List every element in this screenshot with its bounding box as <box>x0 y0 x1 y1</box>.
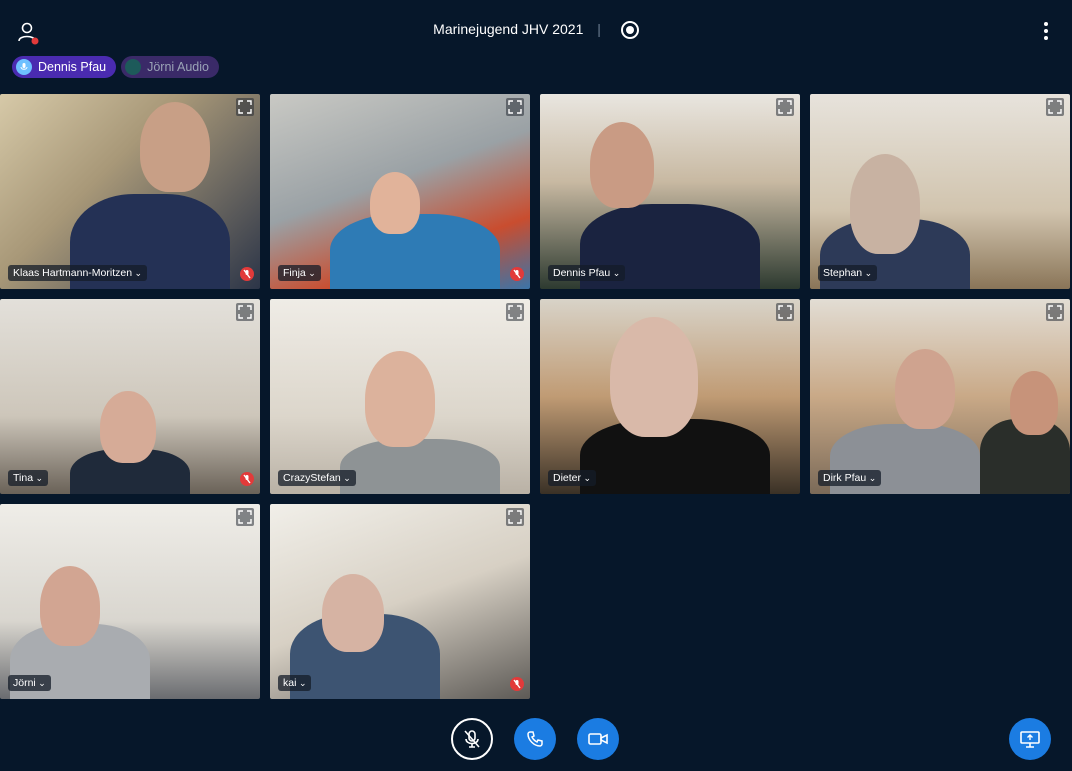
person-shape <box>590 122 654 208</box>
talking-indicators: Dennis Pfau Jörni Audio <box>12 56 219 78</box>
participant-name[interactable]: Finja <box>278 265 321 281</box>
video-tile[interactable]: Stephan <box>810 94 1070 289</box>
fullscreen-icon[interactable] <box>776 98 794 116</box>
person-shape <box>370 172 420 234</box>
person-shape <box>40 566 100 646</box>
video-tile[interactable]: Dirk Pfau <box>810 299 1070 494</box>
participant-name[interactable]: Jörni <box>8 675 51 691</box>
fullscreen-icon[interactable] <box>1046 98 1064 116</box>
person-shape <box>340 439 500 494</box>
video-tile[interactable]: Finja <box>270 94 530 289</box>
muted-icon <box>510 267 524 281</box>
person-shape <box>1010 371 1058 435</box>
participant-name[interactable]: kai <box>278 675 312 691</box>
participant-name[interactable]: Dieter <box>548 470 597 486</box>
top-bar: Marinejugend JHV 2021 | <box>0 0 1072 60</box>
audio-chip[interactable]: Jörni Audio <box>121 56 219 78</box>
person-shape <box>895 349 955 429</box>
video-tile[interactable]: kai <box>270 504 530 699</box>
record-icon[interactable] <box>620 21 639 40</box>
video-tile[interactable]: Klaas Hartmann-Moritzen <box>0 94 260 289</box>
fullscreen-icon[interactable] <box>236 303 254 321</box>
fullscreen-icon[interactable] <box>776 303 794 321</box>
participant-name[interactable]: Dirk Pfau <box>818 470 882 486</box>
screen-share-button[interactable] <box>1009 718 1051 760</box>
muted-icon <box>510 677 524 691</box>
meeting-title: Marinejugend JHV 2021 <box>433 21 584 37</box>
video-tile[interactable]: Jörni <box>0 504 260 699</box>
person-shape <box>322 574 384 652</box>
video-camera-icon <box>588 733 608 745</box>
video-tile[interactable]: Dieter <box>540 299 800 494</box>
title-separator: | <box>597 21 601 37</box>
chip-label: Jörni Audio <box>147 60 209 74</box>
fullscreen-icon[interactable] <box>1046 303 1064 321</box>
person-shape <box>365 351 435 447</box>
video-tile[interactable]: Dennis Pfau <box>540 94 800 289</box>
audio-indicator-icon <box>125 59 142 75</box>
muted-icon <box>240 472 254 486</box>
person-shape <box>140 102 210 192</box>
kebab-menu-icon[interactable] <box>1042 22 1050 42</box>
share-webcam-button[interactable] <box>577 718 619 760</box>
fullscreen-icon[interactable] <box>506 303 524 321</box>
participant-name[interactable]: Dennis Pfau <box>548 265 626 281</box>
fullscreen-icon[interactable] <box>236 508 254 526</box>
participant-name[interactable]: CrazyStefan <box>278 470 356 486</box>
participant-name[interactable]: Stephan <box>818 265 878 281</box>
person-shape <box>100 391 156 463</box>
talking-chip[interactable]: Dennis Pfau <box>12 56 117 78</box>
meeting-title-bar: Marinejugend JHV 2021 | <box>0 21 1072 40</box>
screen-share-icon <box>1020 731 1040 748</box>
fullscreen-icon[interactable] <box>236 98 254 116</box>
leave-audio-button[interactable] <box>514 718 556 760</box>
participant-name[interactable]: Tina <box>8 470 49 486</box>
microphone-off-icon <box>464 730 480 748</box>
fullscreen-icon[interactable] <box>506 508 524 526</box>
video-tile[interactable]: Tina <box>0 299 260 494</box>
microphone-icon <box>16 59 32 75</box>
fullscreen-icon[interactable] <box>506 98 524 116</box>
person-shape <box>610 317 698 437</box>
chip-label: Dennis Pfau <box>38 60 107 74</box>
video-tile[interactable]: CrazyStefan <box>270 299 530 494</box>
mute-button[interactable] <box>451 718 493 760</box>
phone-icon <box>527 731 543 747</box>
action-bar <box>0 718 1072 760</box>
person-shape <box>850 154 920 254</box>
muted-icon <box>240 267 254 281</box>
participant-name[interactable]: Klaas Hartmann-Moritzen <box>8 265 148 281</box>
